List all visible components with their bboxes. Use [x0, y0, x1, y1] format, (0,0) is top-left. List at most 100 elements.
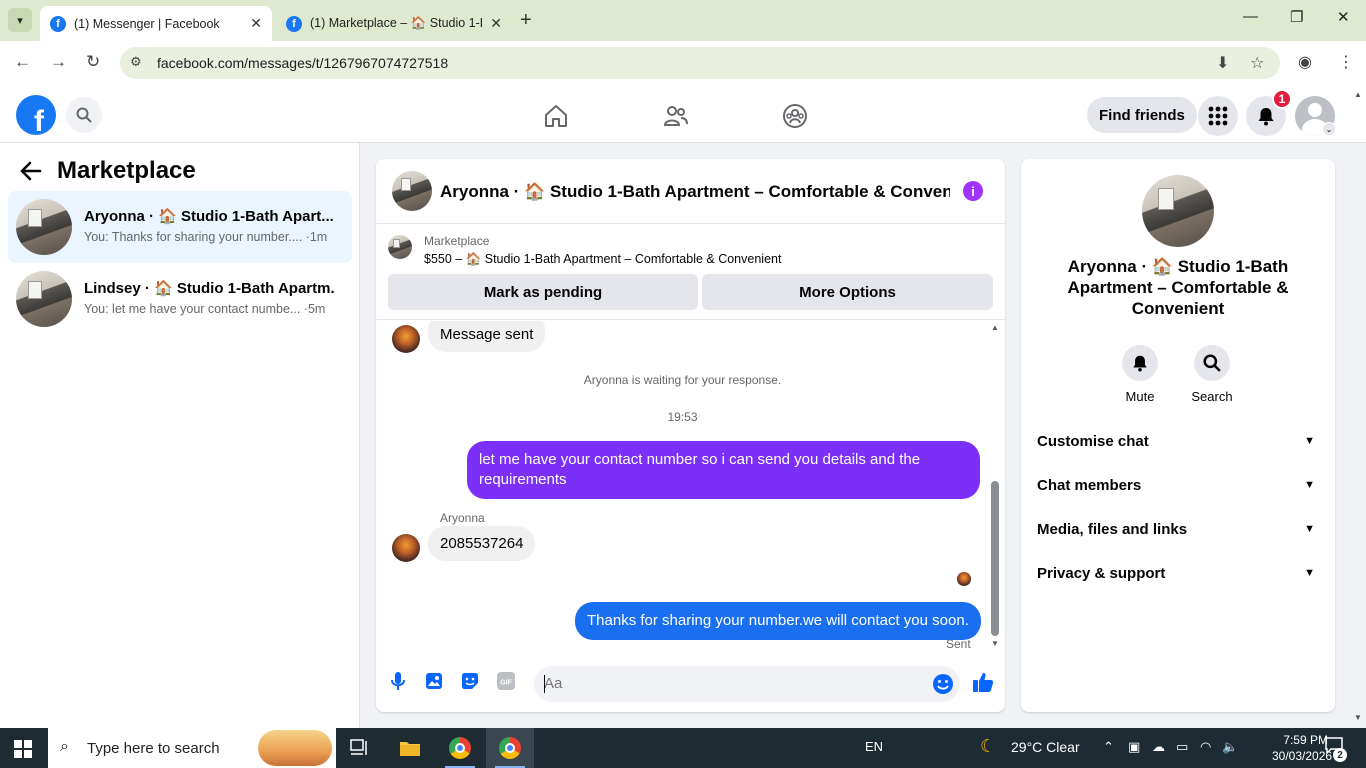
weather-moon-icon[interactable]: ☾	[980, 736, 996, 757]
url-text[interactable]: facebook.com/messages/t/1267967074727518	[157, 55, 448, 71]
close-window-icon[interactable]: ✕	[1337, 8, 1350, 26]
mute-action[interactable]: Mute	[1110, 345, 1170, 404]
search-icon[interactable]	[66, 97, 102, 133]
section-customise-chat[interactable]: Customise chat ▼	[1037, 419, 1321, 463]
marketplace-banner: Marketplace $550 – 🏠 Studio 1-Bath Apart…	[376, 225, 1005, 320]
facebook-favicon-icon: f	[286, 15, 302, 32]
windows-start-icon[interactable]	[14, 740, 32, 763]
facebook-favicon-icon: f	[50, 15, 66, 32]
chat-header: Aryonna · 🏠 Studio 1-Bath Apartment – Co…	[376, 159, 1005, 224]
windows-taskbar: ⌕ Type here to search EN ☾ 29°C Clear ⌃ …	[0, 728, 1366, 768]
search-highlight-image[interactable]	[258, 730, 332, 766]
info-icon[interactable]: i	[963, 181, 983, 201]
text-caret	[544, 675, 545, 693]
chrome-profile-icon[interactable]	[486, 728, 534, 768]
sender-avatar[interactable]	[392, 325, 420, 353]
sender-avatar[interactable]	[392, 534, 420, 562]
chat-title[interactable]: Aryonna · 🏠 Studio 1-Bath Apartment – Co…	[440, 182, 950, 202]
weather-text[interactable]: 29°C Clear	[1011, 739, 1080, 755]
reload-icon[interactable]: ↻	[86, 52, 100, 72]
conversations-sidebar: Marketplace Aryonna · 🏠 Studio 1-Bath Ap…	[0, 143, 360, 728]
chat-thumbnail[interactable]	[392, 171, 432, 211]
forward-icon[interactable]: →	[50, 52, 67, 72]
mute-bell-icon[interactable]	[1122, 345, 1158, 381]
friends-icon[interactable]	[662, 102, 690, 130]
home-icon[interactable]	[542, 102, 570, 130]
sticker-icon[interactable]	[460, 671, 480, 691]
message-input[interactable]	[544, 675, 924, 692]
account-chevron-icon[interactable]: ⌄	[1322, 122, 1336, 136]
section-label: Privacy & support	[1037, 564, 1166, 582]
tab-messenger[interactable]: f (1) Messenger | Facebook ✕	[40, 6, 272, 41]
photo-icon[interactable]	[424, 671, 444, 691]
taskbar-search-placeholder: Type here to search	[87, 740, 220, 757]
notification-center-count: 2	[1333, 748, 1347, 762]
menu-grid-icon[interactable]	[1198, 96, 1238, 136]
section-chat-members[interactable]: Chat members ▼	[1037, 463, 1321, 507]
conversation-info-panel: Aryonna · 🏠 Studio 1-Bath Apartment – Co…	[1021, 159, 1335, 712]
system-clock[interactable]: 7:59 PM 30/03/2026	[1272, 732, 1332, 764]
menu-kebab-icon[interactable]: ⋮	[1338, 52, 1354, 72]
new-tab-icon[interactable]: +	[520, 9, 532, 32]
site-info-icon[interactable]: ⚙	[130, 54, 142, 70]
taskbar-search-box[interactable]: ⌕ Type here to search	[48, 728, 336, 768]
scroll-down-arrow[interactable]: ▼	[991, 639, 999, 648]
conversation-item-aryonna[interactable]: Aryonna · 🏠 Studio 1-Bath Apart... You: …	[8, 191, 352, 263]
volume-icon[interactable]: 🔈	[1222, 739, 1238, 755]
battery-icon[interactable]: ▭	[1176, 739, 1188, 755]
maximize-icon[interactable]: ❐	[1290, 8, 1303, 26]
minimize-icon[interactable]: —	[1243, 8, 1258, 25]
groups-icon[interactable]	[781, 102, 809, 130]
meet-now-icon[interactable]: ▣	[1128, 739, 1140, 755]
listing-large-thumbnail[interactable]	[1142, 175, 1214, 247]
conversation-item-lindsey[interactable]: Lindsey · 🏠 Studio 1-Bath Apartm... You:…	[8, 263, 352, 335]
back-icon[interactable]: ←	[14, 52, 31, 72]
notification-badge: 1	[1272, 89, 1292, 109]
section-label: Media, files and links	[1037, 520, 1188, 538]
tab-search-button[interactable]: ▾	[8, 8, 32, 32]
browser-tab-bar: ▾ f (1) Messenger | Facebook ✕ f (1) Mar…	[0, 0, 1366, 41]
close-tab-icon[interactable]: ✕	[490, 15, 502, 32]
svg-text:GIF: GIF	[500, 680, 512, 687]
tab-title: (1) Marketplace – 🏠 Studio 1-B	[310, 16, 483, 30]
section-privacy-support[interactable]: Privacy & support ▼	[1037, 551, 1321, 595]
gif-icon[interactable]: GIF	[496, 671, 516, 691]
tab-marketplace[interactable]: f (1) Marketplace – 🏠 Studio 1-B ✕	[276, 6, 512, 41]
back-arrow-icon[interactable]	[20, 161, 42, 187]
more-options-button[interactable]: More Options	[702, 274, 993, 310]
scrollbar-thumb[interactable]	[991, 481, 999, 636]
wifi-icon[interactable]: ◠	[1200, 739, 1211, 755]
onedrive-cloud-icon[interactable]: ☁	[1152, 739, 1165, 755]
mark-as-pending-button[interactable]: Mark as pending	[388, 274, 698, 310]
close-tab-icon[interactable]: ✕	[250, 15, 262, 32]
language-indicator[interactable]: EN	[865, 739, 883, 754]
find-friends-button[interactable]: Find friends	[1087, 97, 1197, 133]
listing-price-title[interactable]: $550 – 🏠 Studio 1-Bath Apartment – Comfo…	[424, 252, 781, 267]
file-explorer-icon[interactable]	[386, 728, 434, 768]
message-bubble-in: 2085537264	[428, 526, 536, 561]
profile-icon[interactable]: ◉	[1298, 52, 1312, 72]
bookmark-star-icon[interactable]: ☆	[1250, 53, 1264, 73]
emoji-icon[interactable]	[932, 673, 954, 700]
message-bubble-in: Message sent	[428, 321, 546, 352]
section-label: Customise chat	[1037, 432, 1149, 450]
listing-thumbnail	[16, 199, 72, 255]
thumbs-up-icon[interactable]	[972, 671, 994, 698]
install-app-icon[interactable]: ⬇	[1216, 53, 1229, 73]
show-hidden-icons-icon[interactable]: ⌃	[1103, 739, 1114, 755]
message-input-box[interactable]	[534, 666, 960, 702]
listing-thumbnail-small[interactable]	[388, 235, 412, 259]
mute-label: Mute	[1125, 389, 1155, 404]
page-scroll-up-arrow[interactable]: ▲	[1354, 90, 1362, 99]
address-bar[interactable]: ⚙ facebook.com/messages/t/12679670747275…	[120, 47, 1280, 79]
search-action[interactable]: Search	[1182, 345, 1242, 404]
chrome-icon[interactable]	[436, 728, 484, 768]
page-scroll-down-arrow[interactable]: ▼	[1354, 713, 1362, 722]
microphone-icon[interactable]	[388, 671, 408, 691]
section-media-files-links[interactable]: Media, files and links ▼	[1037, 507, 1321, 551]
task-view-icon[interactable]	[336, 728, 384, 768]
search-conversation-icon[interactable]	[1194, 345, 1230, 381]
scroll-up-arrow[interactable]: ▲	[991, 323, 999, 332]
section-label: Chat members	[1037, 476, 1142, 494]
facebook-logo[interactable]: f	[16, 95, 56, 135]
